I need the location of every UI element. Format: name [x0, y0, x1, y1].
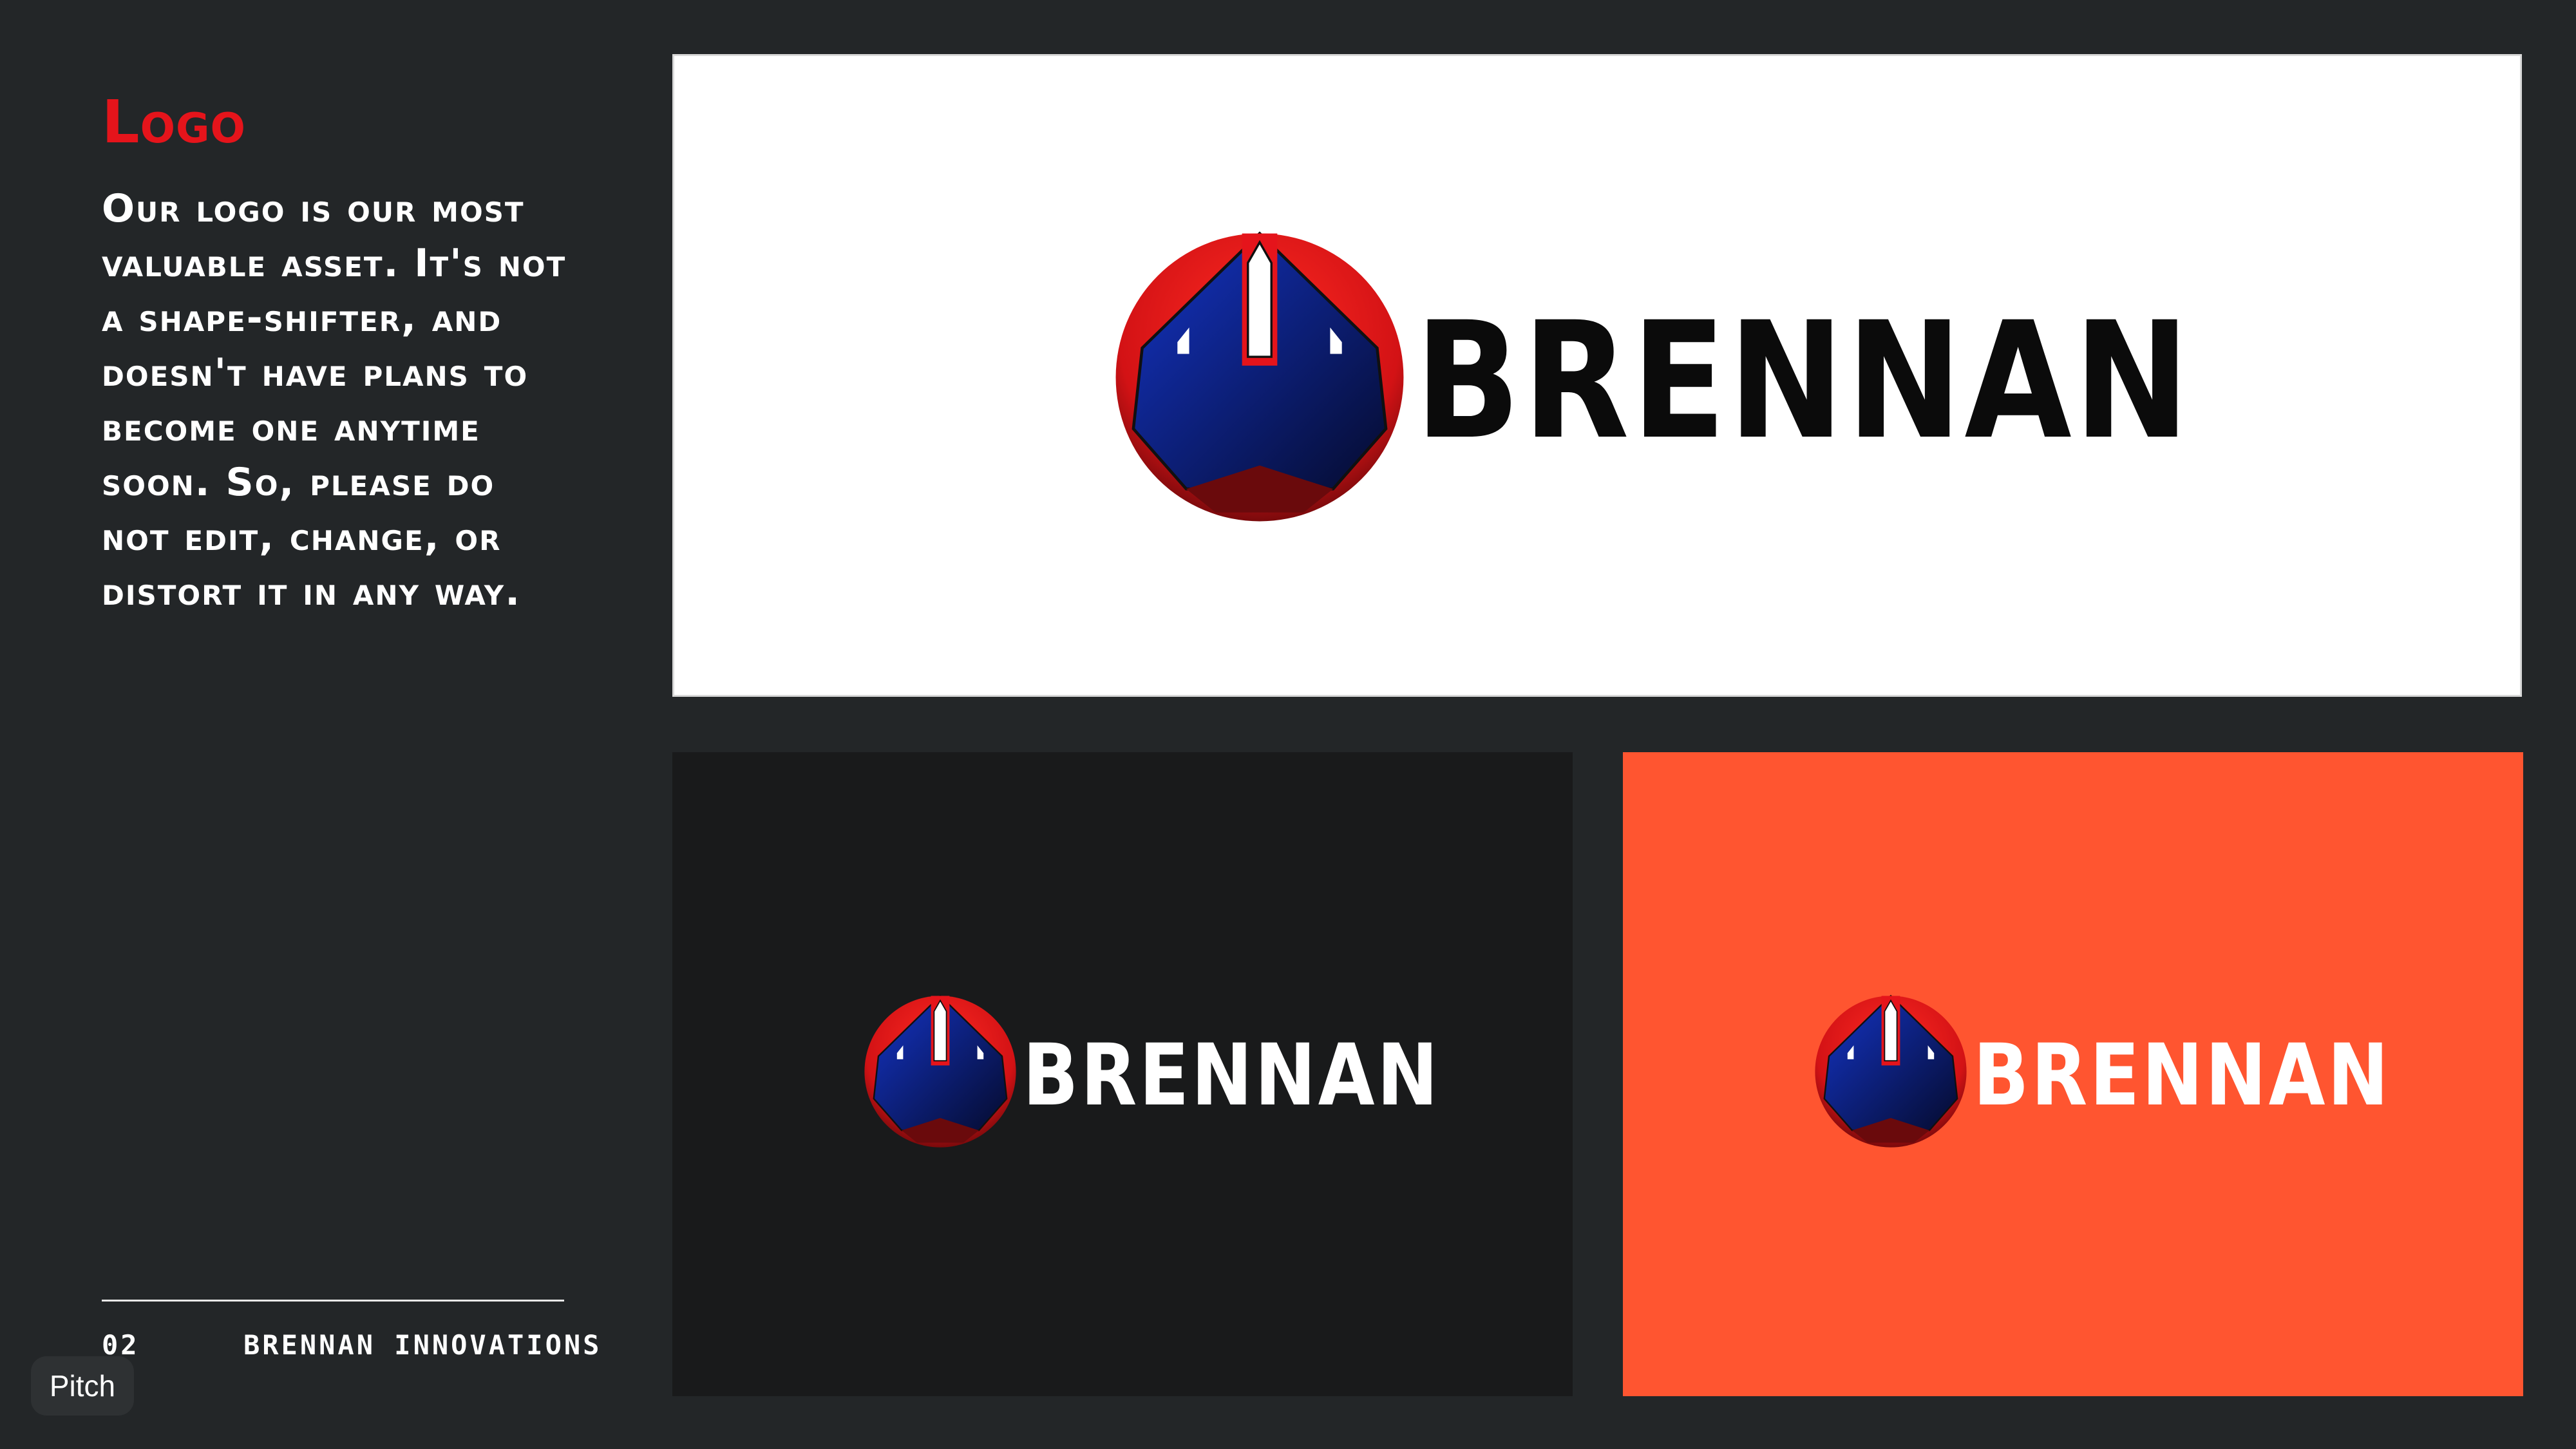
- logo-panel-orange: BRENNAN: [1623, 752, 2523, 1396]
- rocket-emblem-icon: [864, 994, 1016, 1148]
- brand-wordmark: BRENNAN: [1415, 287, 2192, 475]
- brand-wordmark: BRENNAN: [1973, 1026, 2391, 1125]
- slide-canvas: Logo Our logo is our most valuable asset…: [0, 0, 2576, 1449]
- rocket-emblem-icon: [1815, 994, 1967, 1148]
- logo-panel-light: BRENNAN: [672, 54, 2522, 697]
- footer-divider: [102, 1300, 564, 1302]
- slide-body-text: Our logo is our most valuable asset. It'…: [102, 186, 567, 614]
- rocket-emblem-icon: [1115, 231, 1404, 522]
- pitch-badge[interactable]: Pitch: [31, 1356, 134, 1416]
- company-name: BRENNAN INNOVATIONS: [243, 1329, 602, 1361]
- brand-wordmark: BRENNAN: [1023, 1026, 1441, 1125]
- slide-title: Logo: [102, 88, 246, 156]
- logo-panel-dark: BRENNAN: [672, 752, 1573, 1396]
